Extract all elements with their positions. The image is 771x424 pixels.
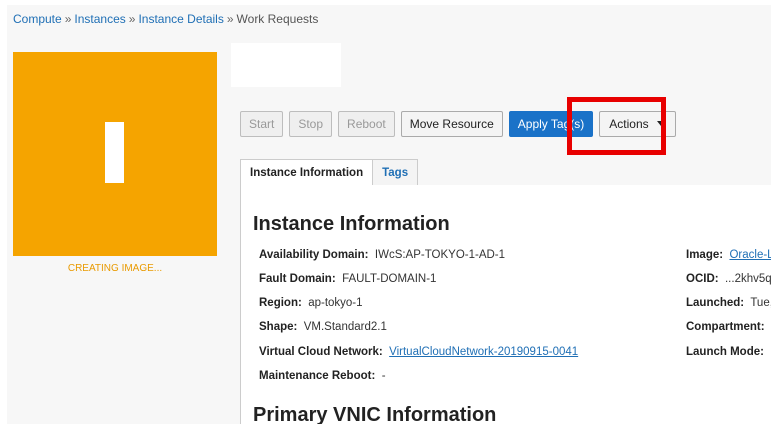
region-row: Region: ap-tokyo-1 [259, 297, 363, 309]
reboot-button[interactable]: Reboot [338, 111, 395, 137]
ocid-row: OCID: ...2khv5q [686, 273, 771, 285]
fault-domain-value: FAULT-DOMAIN-1 [342, 273, 437, 285]
maintenance-reboot-row: Maintenance Reboot: - [259, 370, 386, 382]
availability-domain-value: IWcS:AP-TOKYO-1-AD-1 [374, 249, 506, 261]
instance-title-area [231, 43, 341, 87]
highlight-box [567, 97, 666, 155]
ocid-label: OCID: [686, 273, 719, 285]
breadcrumb-separator: » [226, 12, 234, 26]
primary-vnic-heading: Primary VNIC Information [253, 404, 497, 424]
region-label: Region: [259, 297, 302, 309]
shape-row: Shape: VM.Standard2.1 [259, 321, 387, 333]
shape-value: VM.Standard2.1 [303, 321, 387, 333]
launched-value: Tue, [750, 297, 771, 309]
launched-label: Launched: [686, 297, 745, 309]
launched-row: Launched: Tue, [686, 297, 771, 309]
shape-label: Shape: [259, 321, 298, 333]
breadcrumb-separator: » [128, 12, 136, 26]
breadcrumb-instances[interactable]: Instances [74, 12, 125, 26]
start-button[interactable]: Start [240, 111, 284, 137]
fault-domain-label: Fault Domain: [259, 273, 336, 285]
breadcrumb: Compute» Instances» Instance Details» Work … [13, 12, 318, 26]
instance-status-label: CREATING IMAGE... [67, 263, 163, 274]
image-link[interactable]: Oracle-Li [729, 249, 771, 261]
breadcrumb-current: Work Requests [236, 12, 319, 26]
launch-mode-row: Launch Mode: N [686, 346, 771, 358]
maintenance-reboot-value: - [381, 370, 386, 382]
instance-status-tile [13, 52, 217, 256]
compartment-label: Compartment: [686, 321, 765, 333]
tab-bar: Instance Information Tags [240, 159, 419, 187]
page-frame: Compute» Instances» Instance Details» Work … [7, 5, 771, 424]
instance-information-heading: Instance Information [253, 213, 450, 235]
instance-information-panel: Instance Information Availability Domain… [240, 185, 771, 424]
maintenance-reboot-label: Maintenance Reboot: [259, 370, 376, 382]
launch-mode-label: Launch Mode: [686, 346, 764, 358]
move-resource-button[interactable]: Move Resource [400, 111, 503, 137]
vcn-row: Virtual Cloud Network: VirtualCloudNetwo… [259, 346, 578, 358]
breadcrumb-separator: » [64, 12, 72, 26]
vcn-link[interactable]: VirtualCloudNetwork-20190915-0041 [389, 346, 578, 358]
fault-domain-row: Fault Domain: FAULT-DOMAIN-1 [259, 273, 436, 285]
availability-domain-label: Availability Domain: [259, 249, 369, 261]
availability-domain-row: Availability Domain: IWcS:AP-TOKYO-1-AD-… [259, 249, 505, 261]
image-label: Image: [686, 249, 724, 261]
breadcrumb-instance-details[interactable]: Instance Details [138, 12, 223, 26]
region-value: ap-tokyo-1 [308, 297, 363, 309]
tab-instance-information[interactable]: Instance Information [240, 159, 374, 187]
stop-button[interactable]: Stop [289, 111, 333, 137]
instance-letter-icon [105, 122, 124, 183]
ocid-value: ...2khv5q [724, 273, 771, 285]
compartment-row: Compartment: [686, 321, 768, 333]
vcn-label: Virtual Cloud Network: [259, 346, 383, 358]
image-row: Image: Oracle-Li [686, 249, 771, 261]
breadcrumb-compute[interactable]: Compute [13, 12, 62, 26]
tab-tags[interactable]: Tags [373, 159, 419, 187]
